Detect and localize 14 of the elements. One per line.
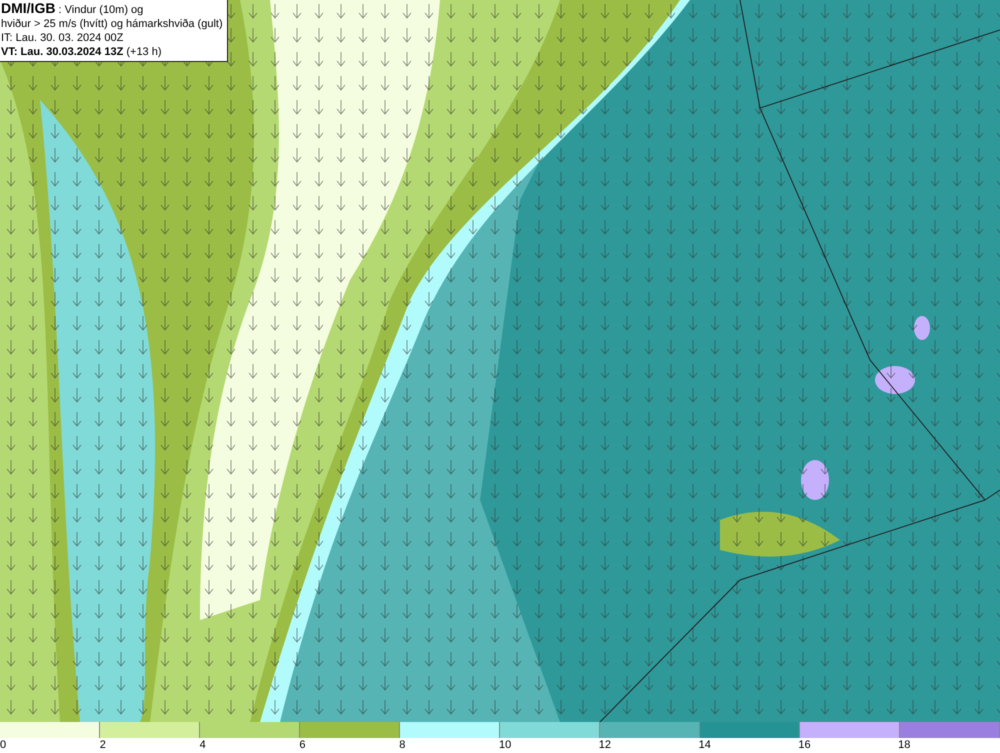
legend-label: 10 [498, 739, 512, 751]
legend-label: 0 [0, 739, 6, 751]
legend-label: 2 [100, 739, 106, 751]
legend-label: 16 [798, 739, 811, 751]
legend-label: 4 [200, 739, 206, 751]
info-line: IT: Lau. 30. 03. 2024 00Z [1, 31, 124, 45]
legend-label: 6 [299, 739, 306, 751]
legend-label: 18 [898, 739, 910, 751]
info-line: hviður > 25 m/s (hvítt) og hámarkshviða (gult) [1, 17, 223, 31]
info-line: VT: Lau. 30.03.2024 13Z (+13 h) [1, 45, 163, 59]
info-line: DMI/IGB : Vindur (10m) og [1, 1, 144, 17]
legend-label: 8 [399, 739, 406, 751]
legend-label: 14 [698, 739, 711, 751]
legend-label: 12 [598, 739, 612, 751]
